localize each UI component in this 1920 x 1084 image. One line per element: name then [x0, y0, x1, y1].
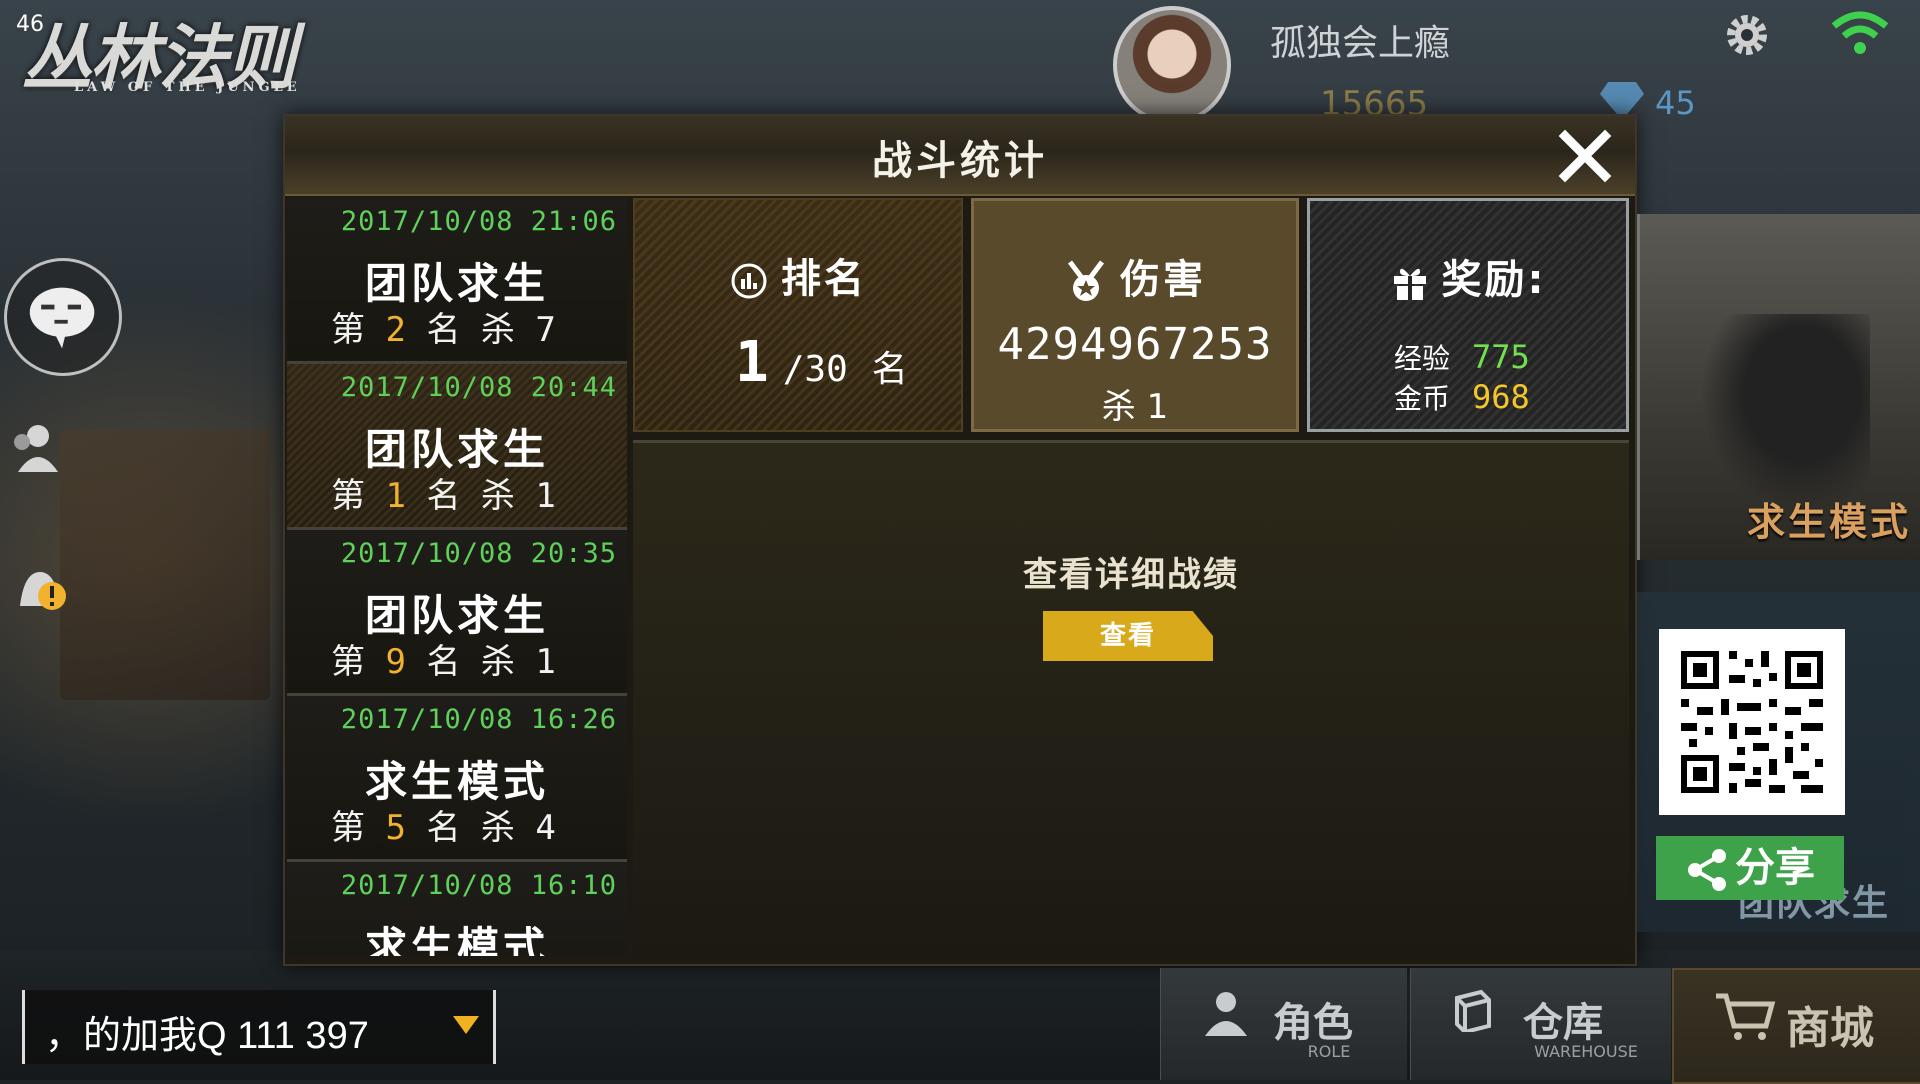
match-time: 2017/10/08 20:44 — [340, 372, 617, 403]
match-item-selected[interactable]: 2017/10/08 20:44 团队求生 第 1 名 杀 1 — [287, 364, 627, 530]
detail-area: 查看详细战绩 查看 — [633, 440, 1629, 959]
match-stats: 第 9 名 杀 1 — [331, 642, 556, 682]
friends-icon[interactable] — [8, 420, 64, 476]
soldier-silhouette — [1700, 314, 1870, 514]
damage-panel-title: 伤害 — [974, 247, 1296, 305]
chat-message-box[interactable]: ，的加我Q 111 397 — [22, 990, 496, 1064]
kill-count: 杀 1 — [1101, 387, 1169, 427]
close-icon[interactable] — [1557, 128, 1613, 184]
damage-value: 4294967253 — [997, 319, 1273, 370]
match-rank: 9 — [385, 642, 406, 682]
match-stats: 第 2 名 杀 7 — [331, 310, 556, 350]
battle-stats-dialog: 战斗统计 2017/10/08 21:06 团队求生 第 2 名 杀 7 201… — [283, 114, 1637, 966]
nav-role-sub: ROLE — [1307, 1042, 1351, 1061]
rank-panel: 排名 1/30 名 — [633, 198, 963, 432]
match-time: 2017/10/08 16:10 — [340, 870, 617, 901]
match-rank: 5 — [385, 808, 406, 848]
player-name: 孤独会上瘾 — [1270, 23, 1451, 64]
reward-panel: 奖励: 经验 775 金币 968 — [1307, 198, 1629, 432]
rank-value: 1/30 名 — [735, 330, 908, 395]
survival-mode-card[interactable]: 求生模式 — [1637, 214, 1920, 560]
chevron-down-icon[interactable] — [453, 1016, 479, 1034]
dialog-title: 战斗统计 — [872, 138, 1048, 184]
match-stats: 第 1 名 杀 1 — [331, 476, 556, 516]
nav-role[interactable]: 角色 ROLE — [1160, 968, 1407, 1080]
view-details-button[interactable]: 查看 — [1043, 611, 1213, 661]
gift-icon — [1393, 268, 1426, 300]
nav-warehouse[interactable]: 仓库 WAREHOUSE — [1410, 968, 1671, 1080]
nav-role-label: 角色 — [1273, 1000, 1353, 1046]
background-crate — [60, 430, 270, 700]
chat-bubble-icon[interactable] — [4, 258, 122, 376]
player-avatar[interactable] — [1113, 6, 1231, 124]
match-time: 2017/10/08 21:06 — [340, 206, 617, 237]
nav-warehouse-label: 仓库 — [1523, 1000, 1603, 1046]
share-button[interactable]: 分享 — [1656, 836, 1844, 900]
reward-panel-title: 奖励: — [1310, 247, 1626, 305]
fps-counter: 46 — [16, 12, 44, 37]
logo-subtitle: LAW OF THE JUNGLE — [74, 80, 301, 95]
match-item[interactable]: 2017/10/08 16:10 求生模式 — [287, 862, 627, 956]
match-item[interactable]: 2017/10/08 20:35 团队求生 第 9 名 杀 1 — [287, 530, 627, 696]
detail-label: 查看详细战绩 — [1023, 555, 1239, 595]
match-item[interactable]: 2017/10/08 21:06 团队求生 第 2 名 杀 7 — [287, 198, 627, 364]
box-icon — [1455, 989, 1491, 1032]
rank-icon — [731, 263, 767, 299]
game-logo: 丛林法则 LAW OF THE JUNGLE — [12, 2, 352, 102]
survival-mode-label: 求生模式 — [1746, 500, 1911, 544]
damage-panel: 伤害 4294967253 杀 1 — [971, 198, 1299, 432]
match-time: 2017/10/08 16:26 — [340, 704, 617, 735]
nav-shop-label: 商城 — [1786, 1003, 1874, 1054]
match-rank: 2 — [385, 310, 406, 350]
person-icon — [1205, 992, 1247, 1036]
match-time: 2017/10/08 20:35 — [340, 538, 617, 569]
match-stats: 第 5 名 杀 4 — [331, 808, 556, 848]
nav-warehouse-sub: WAREHOUSE — [1534, 1042, 1638, 1061]
medal-icon — [1068, 260, 1104, 301]
match-history-list[interactable]: 2017/10/08 21:06 团队求生 第 2 名 杀 7 2017/10/… — [287, 198, 627, 956]
cart-icon — [1716, 993, 1776, 1040]
dialog-header: 战斗统计 — [285, 116, 1635, 196]
share-icon — [1688, 849, 1726, 891]
match-item[interactable]: 2017/10/08 16:26 求生模式 第 5 名 杀 4 — [287, 696, 627, 862]
match-rank: 1 — [385, 476, 406, 516]
share-label: 分享 — [1735, 845, 1815, 891]
notification-bell-icon[interactable] — [12, 562, 70, 620]
chat-message-text: ，的加我Q 111 397 — [45, 1015, 369, 1057]
nav-shop[interactable]: 商城 — [1672, 968, 1920, 1084]
gem-count: 45 — [1655, 84, 1696, 122]
reward-exp: 经验 775 — [1394, 338, 1530, 376]
match-mode: 求生模式 — [364, 923, 549, 956]
wifi-icon — [1831, 11, 1889, 54]
qr-code — [1659, 629, 1845, 815]
rank-panel-title: 排名 — [635, 246, 961, 304]
gear-icon[interactable] — [1720, 8, 1774, 62]
reward-gold: 金币 968 — [1394, 378, 1530, 416]
